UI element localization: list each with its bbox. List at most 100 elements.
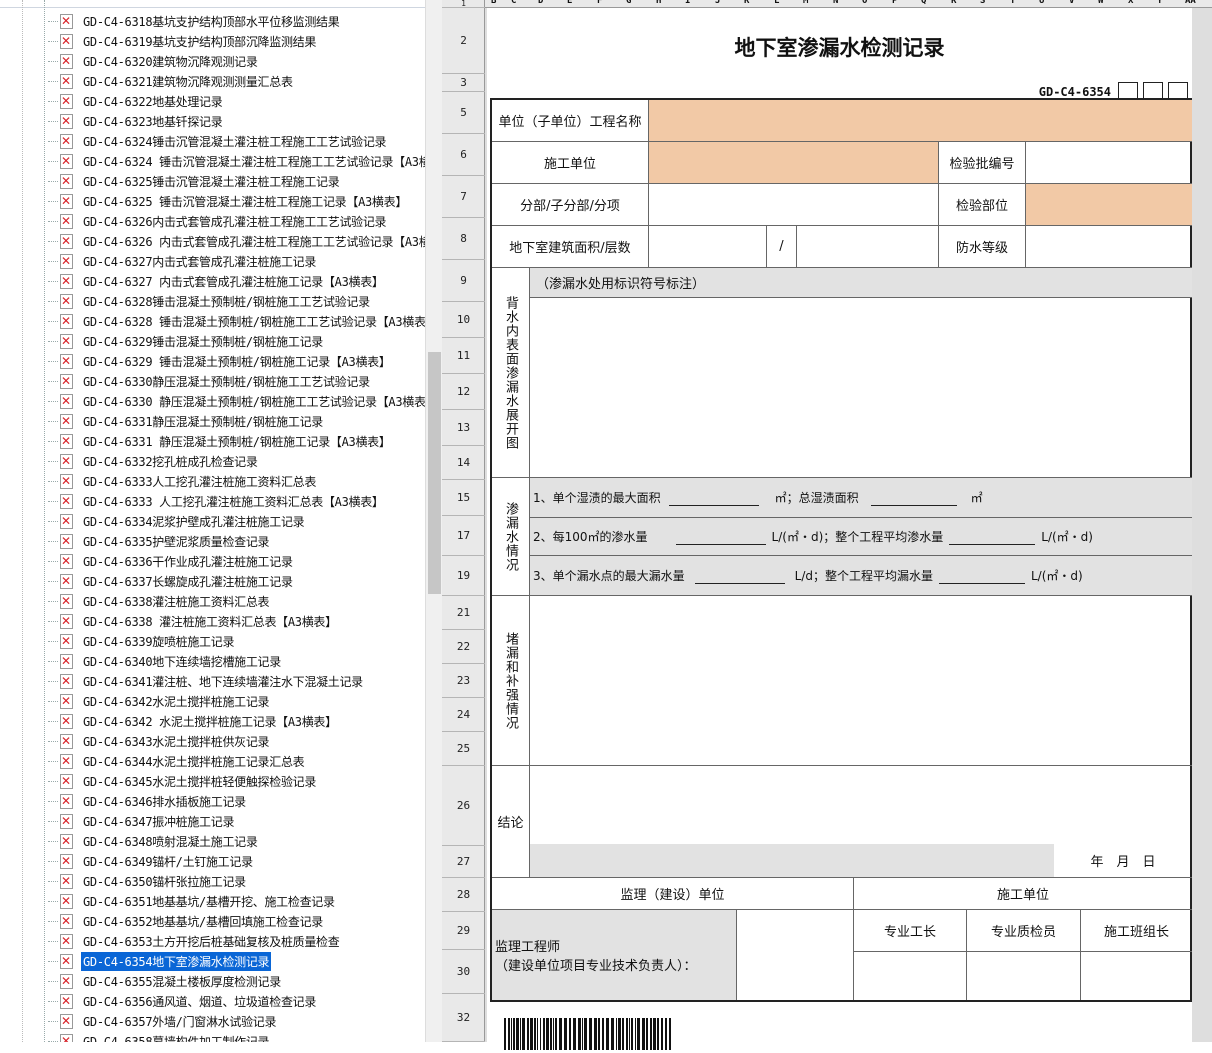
tree-item[interactable]: ✕ GD-C4-6349锚杆/土钉施工记录 <box>48 851 255 871</box>
unit-project-input[interactable] <box>649 100 1192 142</box>
row-header-cell[interactable]: 9 <box>442 260 485 302</box>
tree-item[interactable]: ✕ GD-C4-6348喷射混凝土施工记录 <box>48 831 260 851</box>
qc-sign-input[interactable] <box>967 952 1081 1000</box>
column-header-cell[interactable]: AA <box>1185 0 1196 6</box>
tree-item[interactable]: ✕ GD-C4-6343水泥土搅拌桩供灰记录 <box>48 731 271 751</box>
column-header-cell[interactable]: M <box>803 0 808 6</box>
row-header-cell[interactable]: 11 <box>442 338 485 374</box>
column-header-cell[interactable]: H <box>656 0 661 6</box>
floors-input[interactable] <box>797 226 939 268</box>
tree-item[interactable]: ✕ GD-C4-6324锤击沉管混凝土灌注桩工程施工工艺试验记录 <box>48 131 388 151</box>
tree-item[interactable]: ✕ GD-C4-6338 灌注桩施工资料汇总表【A3横表】 <box>48 611 339 631</box>
tree-item[interactable]: ✕ GD-C4-6333 人工挖孔灌注桩施工资料汇总表【A3横表】 <box>48 491 386 511</box>
drawing-area[interactable] <box>530 298 1192 478</box>
column-header-cell[interactable]: W <box>1098 0 1103 6</box>
inspect-part-input[interactable] <box>1026 184 1192 226</box>
tree-item[interactable]: ✕ GD-C4-6338灌注桩施工资料汇总表 <box>48 591 271 611</box>
avg-leak-input[interactable] <box>939 568 1025 584</box>
column-header-cell[interactable]: K <box>744 0 749 6</box>
supervisor-sign-input[interactable] <box>737 910 854 1000</box>
row-header-cell[interactable]: 8 <box>442 218 485 260</box>
tree-item[interactable]: ✕ GD-C4-6329锤击混凝土预制桩/钢桩施工记录 <box>48 331 325 351</box>
construction-unit-input[interactable] <box>649 142 939 184</box>
row-header-cell[interactable]: 26 <box>442 766 485 846</box>
row-header-cell[interactable]: 28 <box>442 878 485 912</box>
row-header-cell[interactable]: 5 <box>442 92 485 134</box>
division-input[interactable] <box>649 184 939 226</box>
tree-item[interactable]: ✕ GD-C4-6357外墙/门窗淋水试验记录 <box>48 1011 278 1031</box>
column-header-cell[interactable]: G <box>626 0 631 6</box>
tree-item[interactable]: ✕ GD-C4-6339旋喷桩施工记录 <box>48 631 236 651</box>
max-wet-area-input[interactable] <box>668 490 759 506</box>
row-header-cell[interactable]: 14 <box>442 446 485 480</box>
tree-item[interactable]: ✕ GD-C4-6340地下连续墙挖槽施工记录 <box>48 651 283 671</box>
row-header-cell[interactable]: 17 <box>442 516 485 556</box>
tree-item[interactable]: ✕ GD-C4-6326 内击式套管成孔灌注桩工程施工工艺试验记录【A3横表 <box>48 231 425 251</box>
row-header-cell[interactable]: 30 <box>442 950 485 994</box>
template-tree[interactable]: ✕ GD-C4-6318基坑支护结构顶部水平位移监测结果 ✕ GD-C4-6319基坑… <box>0 0 425 1042</box>
column-header-cell[interactable]: D <box>538 0 543 6</box>
conclusion-input[interactable] <box>530 766 1192 844</box>
row-header-cell[interactable]: 32 <box>442 994 485 1042</box>
tree-item[interactable]: ✕ GD-C4-6324 锤击沉管混凝土灌注桩工程施工工艺试验记录【A3横表 <box>48 151 425 171</box>
tree-item[interactable]: ✕ GD-C4-6325 锤击沉管混凝土灌注桩工程施工记录【A3横表】 <box>48 191 409 211</box>
column-header-cell[interactable]: U <box>1039 0 1044 6</box>
row-header-cell[interactable]: 22 <box>442 630 485 664</box>
tree-item[interactable]: ✕ GD-C4-6328锤击混凝土预制桩/钢桩施工工艺试验记录 <box>48 291 372 311</box>
tree-item[interactable]: ✕ GD-C4-6320建筑物沉降观测记录 <box>48 51 260 71</box>
tree-item[interactable]: ✕ GD-C4-6356通风道、烟道、垃圾道检查记录 <box>48 991 318 1011</box>
repair-input[interactable] <box>530 596 1192 766</box>
tree-item[interactable]: ✕ GD-C4-6318基坑支护结构顶部水平位移监测结果 <box>48 11 341 31</box>
batch-no-input[interactable] <box>1026 142 1192 184</box>
column-header-cell[interactable]: L <box>774 0 779 6</box>
column-header-cell[interactable]: F <box>597 0 602 6</box>
row-header-cell[interactable]: 27 <box>442 846 485 878</box>
tree-item[interactable]: ✕ GD-C4-6321建筑物沉降观测测量汇总表 <box>48 71 295 91</box>
scrollbar-thumb[interactable] <box>428 352 441 594</box>
row-header-cell[interactable]: 13 <box>442 410 485 446</box>
waterproof-grade-input[interactable] <box>1026 226 1192 268</box>
tree-item[interactable]: ✕ GD-C4-6322地基处理记录 <box>48 91 224 111</box>
row-header-cell[interactable]: 15 <box>442 480 485 516</box>
tree-item[interactable]: ✕ GD-C4-6350锚杆张拉施工记录 <box>48 871 248 891</box>
tree-item[interactable]: ✕ GD-C4-6354地下室渗漏水检测记录 <box>48 950 273 972</box>
max-leak-input[interactable] <box>694 568 785 584</box>
column-header-cell[interactable]: C <box>511 0 516 6</box>
tree-item[interactable]: ✕ GD-C4-6326内击式套管成孔灌注桩工程施工工艺试验记录 <box>48 211 388 231</box>
row-header-cell[interactable]: 23 <box>442 664 485 698</box>
column-header-cell[interactable]: P <box>892 0 897 6</box>
column-header-cell[interactable]: N <box>833 0 838 6</box>
tree-item[interactable]: ✕ GD-C4-6331静压混凝土预制桩/钢桩施工记录 <box>48 411 325 431</box>
tree-item[interactable]: ✕ GD-C4-6346排水插板施工记录 <box>48 791 248 811</box>
tree-item[interactable]: ✕ GD-C4-6347振冲桩施工记录 <box>48 811 236 831</box>
avg-seepage-input[interactable] <box>949 529 1036 545</box>
tree-item[interactable]: ✕ GD-C4-6332挖孔桩成孔检查记录 <box>48 451 260 471</box>
row-header-cell[interactable]: 10 <box>442 302 485 338</box>
tree-item[interactable]: ✕ GD-C4-6337长螺旋成孔灌注桩施工记录 <box>48 571 295 591</box>
column-header-cell[interactable]: O <box>862 0 867 6</box>
tree-item[interactable]: ✕ GD-C4-6335护壁泥浆质量检查记录 <box>48 531 271 551</box>
tree-item[interactable]: ✕ GD-C4-6334泥浆护壁成孔灌注桩施工记录 <box>48 511 306 531</box>
tree-item[interactable]: ✕ GD-C4-6331 静压混凝土预制桩/钢桩施工记录【A3横表】 <box>48 431 393 451</box>
tree-item[interactable]: ✕ GD-C4-6329 锤击混凝土预制桩/钢桩施工记录【A3横表】 <box>48 351 393 371</box>
total-wet-area-input[interactable] <box>870 490 957 506</box>
row-header-cell[interactable]: 25 <box>442 732 485 766</box>
tree-item[interactable]: ✕ GD-C4-6344水泥土搅拌桩施工记录汇总表 <box>48 751 306 771</box>
tree-item[interactable]: ✕ GD-C4-6319基坑支护结构顶部沉降监测结果 <box>48 31 318 51</box>
tree-item[interactable]: ✕ GD-C4-6327 内击式套管成孔灌注桩施工记录【A3横表】 <box>48 271 386 291</box>
tree-item[interactable]: ✕ GD-C4-6355混凝土楼板厚度检测记录 <box>48 971 283 991</box>
row-header-cell[interactable]: 6 <box>442 134 485 176</box>
column-header-cell[interactable]: V <box>1069 0 1074 6</box>
tree-item[interactable]: ✕ GD-C4-6336干作业成孔灌注桩施工记录 <box>48 551 295 571</box>
column-header-cell[interactable]: T <box>1010 0 1015 6</box>
column-header-cell[interactable]: R <box>951 0 956 6</box>
tree-item[interactable]: ✕ GD-C4-6333人工挖孔灌注桩施工资料汇总表 <box>48 471 318 491</box>
tree-item[interactable]: ✕ GD-C4-6327内击式套管成孔灌注桩施工记录 <box>48 251 318 271</box>
tree-item[interactable]: ✕ GD-C4-6328 锤击混凝土预制桩/钢桩施工工艺试验记录【A3横表】 <box>48 311 425 331</box>
tree-scrollbar[interactable] <box>425 0 442 1042</box>
column-header-cell[interactable]: J <box>715 0 720 6</box>
area-input[interactable] <box>649 226 767 268</box>
column-header-cell[interactable]: Y <box>1157 0 1162 6</box>
tree-item[interactable]: ✕ GD-C4-6351地基基坑/基槽开挖、施工检查记录 <box>48 891 337 911</box>
column-header-cell[interactable]: E <box>567 0 572 6</box>
